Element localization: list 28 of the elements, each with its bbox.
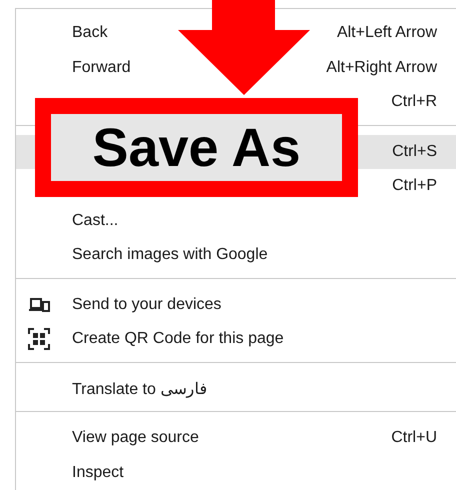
shortcut-text: Alt+Right Arrow <box>326 58 437 77</box>
shortcut-text: Ctrl+R <box>391 93 437 112</box>
menu-item[interactable]: Search images with Google <box>16 238 456 272</box>
menu-item[interactable]: Send to your devices <box>16 288 456 322</box>
menu-item-label: Forward <box>72 58 131 76</box>
qr-code-icon <box>28 328 50 350</box>
menu-item[interactable]: Inspect <box>16 456 456 490</box>
shortcut-text: Ctrl+U <box>391 429 437 448</box>
shortcut-text: Alt+Left Arrow <box>336 24 437 42</box>
menu-item[interactable]: Cast... <box>16 204 456 238</box>
menu-item-label: Search images with Google <box>72 246 268 264</box>
menu-item-label: Create QR Code for this page <box>72 330 284 348</box>
menu-item[interactable]: View page source Ctrl+U <box>16 421 456 456</box>
menu-item-label: Translate to فارسی <box>72 380 208 398</box>
menu-item[interactable]: Create QR Code for this page <box>16 322 456 356</box>
down-arrow-icon <box>178 0 310 95</box>
shortcut-text: Ctrl+S <box>392 142 437 161</box>
menu-item[interactable]: Translate to فارسی <box>16 372 456 406</box>
menu-item-label: Back <box>72 24 108 42</box>
menu-item-label: Inspect <box>72 464 124 481</box>
menu-item-label: Cast... <box>72 212 118 229</box>
menu-item[interactable]: Back Alt+Left Arrow <box>16 16 456 50</box>
save-as-callout-tooltip: Save As <box>35 98 358 197</box>
menu-item[interactable]: Forward Alt+Right Arrow <box>16 50 456 85</box>
shortcut-text: Ctrl+P <box>392 177 437 196</box>
menu-item-label: View page source <box>72 429 199 446</box>
laptop-phone-icon <box>28 298 50 312</box>
menu-item-label: Send to your devices <box>72 296 222 313</box>
